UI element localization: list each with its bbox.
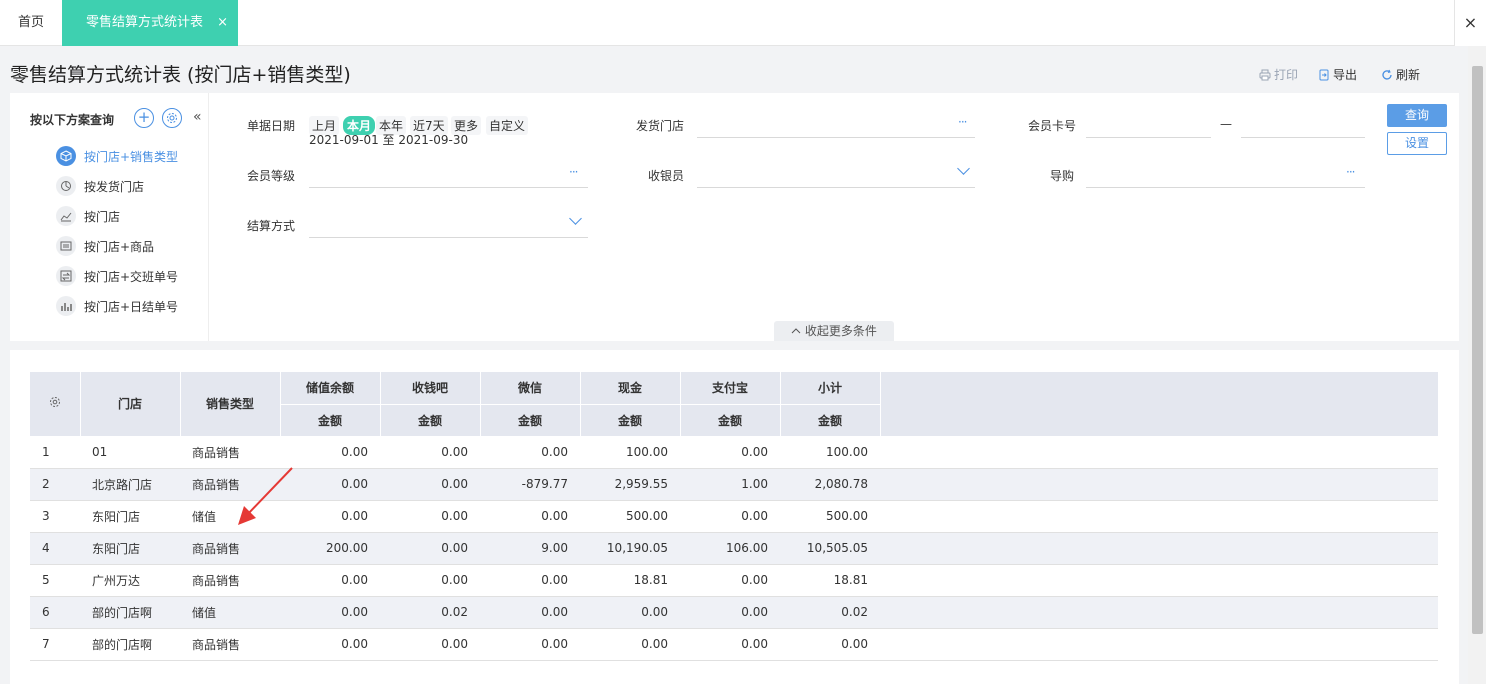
scheme-item-store-daily[interactable]: 按门店+日结单号: [56, 295, 178, 317]
gear-icon[interactable]: [162, 108, 182, 128]
settle-method-select[interactable]: [309, 237, 588, 238]
scheme-item-label: 按门店+交班单号: [84, 269, 179, 284]
scheme-item-label: 按门店+日结单号: [84, 299, 179, 314]
member-level-field[interactable]: [309, 187, 588, 188]
settle-method-label: 结算方式: [247, 219, 296, 233]
filter-panel: 按以下方案查询 + « 按门店+销售类型 按发货门店 按门店 按门店+商品 按门…: [10, 93, 1459, 341]
date-range-text: 2021-09-01 至 2021-09-30: [309, 133, 469, 147]
scheme-header: 按以下方案查询: [30, 113, 115, 127]
close-all-tabs-icon[interactable]: ×: [1454, 0, 1486, 46]
printer-icon: [1259, 69, 1271, 80]
scrollbar-thumb[interactable]: [1472, 66, 1483, 634]
export-button[interactable]: 导出: [1318, 66, 1357, 83]
line-chart-icon: [56, 206, 76, 226]
exchange-icon: [56, 266, 76, 286]
scheme-item-label: 按门店: [84, 209, 121, 224]
guide-field[interactable]: [1086, 187, 1365, 188]
export-label: 导出: [1333, 68, 1358, 82]
settings-button[interactable]: 设置: [1387, 132, 1447, 155]
scheme-item-label: 按门店+销售类型: [84, 149, 179, 164]
annotation-arrow: [238, 467, 293, 525]
divider: [208, 93, 209, 341]
cashier-select[interactable]: [697, 187, 975, 188]
export-icon: [1319, 69, 1329, 80]
collapse-more-conditions[interactable]: 收起更多条件: [774, 321, 894, 341]
report-table-panel: 门店 销售类型 储值余额 收钱吧 微信 现金 支付宝 小计 金额 金额 金额 金…: [10, 350, 1459, 684]
member-card-from-field[interactable]: [1086, 137, 1211, 138]
member-card-label: 会员卡号: [1028, 119, 1077, 133]
refresh-icon: [1382, 69, 1392, 80]
refresh-label: 刷新: [1396, 68, 1421, 82]
scheme-item-store-product[interactable]: 按门店+商品: [56, 235, 154, 257]
ship-store-field[interactable]: [697, 137, 975, 138]
tab-label: 零售结算方式统计表: [86, 15, 204, 30]
list-icon: [56, 236, 76, 256]
guide-label: 导购: [1050, 169, 1075, 183]
scheme-item-ship-store[interactable]: 按发货门店: [56, 175, 144, 197]
page-title: 零售结算方式统计表 (按门店+销售类型): [10, 64, 351, 86]
chevron-up-icon: [791, 328, 801, 334]
member-card-to-field[interactable]: [1241, 137, 1365, 138]
print-label: 打印: [1274, 68, 1299, 82]
ship-store-label: 发货门店: [636, 119, 685, 133]
scheme-item-label: 按门店+商品: [84, 239, 155, 254]
more-toggle-label: 收起更多条件: [804, 324, 877, 338]
scheme-item-label: 按发货门店: [84, 179, 145, 194]
chevron-down-icon[interactable]: [957, 162, 970, 175]
print-button[interactable]: 打印: [1259, 66, 1298, 83]
scheme-item-store-shift[interactable]: 按门店+交班单号: [56, 265, 178, 287]
tab-home[interactable]: 首页: [0, 0, 62, 46]
query-button[interactable]: 查询: [1387, 104, 1447, 127]
member-level-more-icon[interactable]: ···: [569, 165, 579, 179]
guide-more-icon[interactable]: ···: [1346, 165, 1356, 179]
tab-retail-settlement-report[interactable]: 零售结算方式统计表 ×: [62, 0, 238, 46]
range-separator: —: [1220, 117, 1232, 131]
member-level-label: 会员等级: [247, 169, 296, 183]
ship-store-more-icon[interactable]: ···: [958, 115, 968, 129]
date-option-custom[interactable]: 自定义: [486, 116, 529, 135]
refresh-button[interactable]: 刷新: [1381, 66, 1420, 83]
scheme-item-store-saletype[interactable]: 按门店+销售类型: [56, 145, 178, 167]
collapse-scheme-icon[interactable]: «: [193, 109, 202, 125]
cashier-label: 收银员: [648, 169, 685, 183]
tab-close-icon[interactable]: ×: [217, 0, 228, 46]
tab-bar: 首页 零售结算方式统计表 × ×: [0, 0, 1486, 46]
add-scheme-icon[interactable]: +: [134, 108, 154, 128]
pie-chart-icon: [56, 176, 76, 196]
bar-chart-icon: [56, 296, 76, 316]
cube-icon: [56, 146, 76, 166]
doc-date-label: 单据日期: [247, 119, 296, 133]
chevron-down-icon[interactable]: [569, 212, 582, 225]
scheme-item-store[interactable]: 按门店: [56, 205, 120, 227]
